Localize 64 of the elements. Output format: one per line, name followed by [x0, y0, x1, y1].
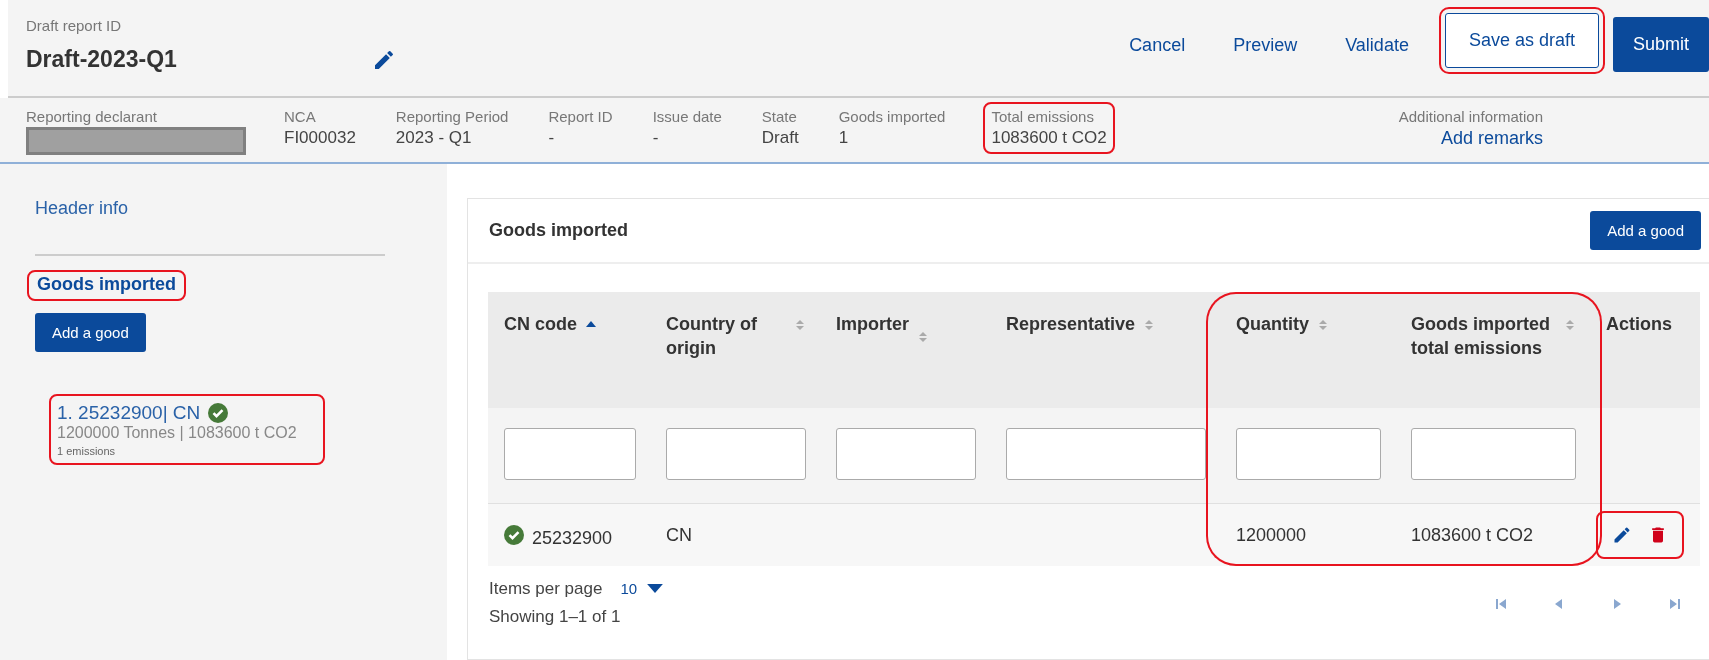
filter-field[interactable]	[1006, 428, 1206, 480]
action-link[interactable]: Cancel	[1105, 24, 1210, 66]
action-link[interactable]: Preview	[1209, 24, 1322, 66]
field-label: Reporting Period	[395, 108, 509, 125]
action-link[interactable]: Validate	[1321, 24, 1433, 66]
caret-icon	[647, 584, 664, 593]
first-page-icon[interactable]	[1495, 598, 1507, 610]
submit-button[interactable]: Submit	[1612, 17, 1709, 72]
report-title: Draft-2023-Q1	[26, 46, 177, 73]
items-per-page-label: Items per page	[489, 578, 603, 599]
previous-page-icon[interactable]	[1553, 598, 1565, 610]
field-label: Report ID	[548, 108, 613, 125]
report-id-label: Draft report ID	[26, 17, 123, 34]
column-header: Actions	[1606, 313, 1672, 336]
column-header[interactable]: Country of origin	[666, 312, 786, 361]
field-value: FI000032	[284, 128, 356, 148]
sort-icon[interactable]	[1317, 318, 1329, 332]
sort-icon[interactable]	[794, 318, 806, 332]
good-entry[interactable]: 1. 25232900| CN 1200000 Tonnes | 1083600 t CO2 1 emissions	[49, 394, 325, 465]
field-label: Additional information	[1398, 108, 1543, 125]
column-header[interactable]: Quantity	[1236, 312, 1309, 337]
next-page-icon[interactable]	[1611, 598, 1623, 610]
field-value: 2023 - Q1	[395, 128, 473, 148]
column-header[interactable]: CN code	[504, 312, 577, 337]
filter-field[interactable]	[666, 428, 806, 480]
table-cell: 25232900	[532, 527, 613, 549]
table-cell: CN	[666, 524, 692, 546]
add-remarks-link[interactable]: Add remarks	[1440, 128, 1543, 149]
filter-field[interactable]	[1236, 428, 1381, 480]
field-label: Issue date	[652, 108, 722, 125]
column-header[interactable]: Importer	[836, 312, 909, 337]
add-good-button[interactable]: Add a good	[1590, 211, 1701, 250]
good-note: 1 emissions	[57, 445, 117, 457]
field-value: 1	[838, 128, 850, 148]
field-value: -	[652, 128, 660, 148]
filter-field[interactable]	[504, 428, 636, 480]
field-label: Goods imported	[838, 108, 946, 125]
showing-count: Showing 1–1 of 1	[489, 607, 622, 627]
field-value: Draft	[761, 128, 799, 148]
add-good-button[interactable]: Add a good	[35, 313, 146, 352]
sort-icon[interactable]	[1564, 318, 1576, 332]
table-cell: 1083600 t CO2	[1411, 524, 1534, 546]
sidebar-item[interactable]: Goods imported	[27, 270, 186, 301]
field-value: 1083600 t CO2	[991, 128, 1107, 148]
field-label: Reporting declarant	[26, 108, 158, 125]
field-label: NCA	[284, 108, 317, 125]
column-header[interactable]: Representative	[1006, 312, 1136, 337]
field-label: State	[761, 108, 798, 125]
field-value: -	[548, 128, 556, 148]
last-page-icon[interactable]	[1669, 598, 1681, 610]
column-header[interactable]: Goods imported total emissions	[1411, 312, 1556, 361]
edit-icon[interactable]	[1612, 525, 1632, 545]
good-detail: 1200000 Tonnes | 1083600 t CO2	[57, 424, 297, 442]
filter-field[interactable]	[1411, 428, 1576, 480]
save-draft-button[interactable]: Save as draft	[1444, 13, 1599, 68]
good-title: 1. 25232900| CN	[57, 402, 201, 424]
field-label: Total emissions	[991, 108, 1095, 125]
sidebar-item[interactable]: Header info	[35, 198, 129, 219]
table-cell: 1200000	[1236, 524, 1307, 546]
sort-icon[interactable]	[1143, 318, 1156, 332]
card-title: Goods imported	[489, 220, 628, 241]
page-size-dropdown[interactable]: 10	[618, 578, 666, 599]
filter-field[interactable]	[836, 428, 976, 480]
sort-icon[interactable]	[917, 330, 929, 344]
